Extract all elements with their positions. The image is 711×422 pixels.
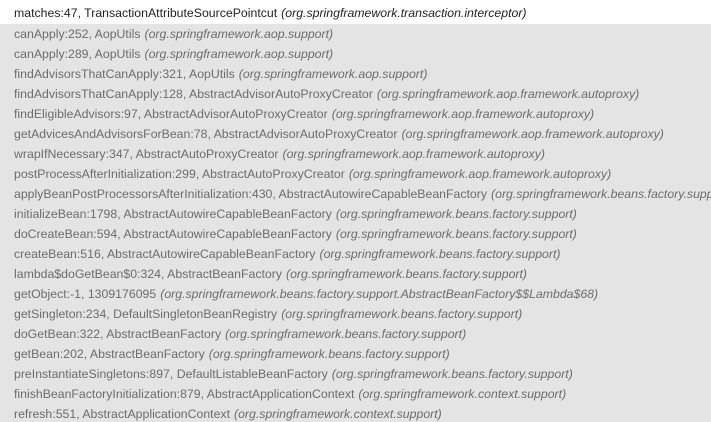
stack-frame-row[interactable]: findAdvisorsThatCanApply:128, AbstractAd… — [0, 84, 711, 104]
frame-method: findEligibleAdvisors:97, AbstractAdvisor… — [14, 107, 328, 121]
stack-frame-row[interactable]: canApply:252, AopUtils (org.springframewo… — [0, 24, 711, 44]
frame-method: doGetBean:322, AbstractBeanFactory — [14, 327, 222, 341]
frame-package: (org.springframework.beans.factory.suppo… — [208, 347, 450, 361]
stack-frame-list: matches:47, TransactionAttributeSourcePo… — [0, 0, 711, 422]
stack-frame-row[interactable]: lambda$doGetBean$0:324, AbstractBeanFact… — [0, 264, 711, 284]
stack-frame-row[interactable]: refresh:551, AbstractApplicationContext (… — [0, 404, 711, 422]
frame-package: (org.springframework.aop.support) — [144, 27, 334, 41]
frame-method: getAdvicesAndAdvisorsForBean:78, Abstrac… — [14, 127, 398, 141]
frame-package: (org.springframework.beans.factory.suppo… — [335, 207, 577, 221]
frame-method: canApply:252, AopUtils — [14, 27, 141, 41]
frame-method: doCreateBean:594, AbstractAutowireCapabl… — [14, 227, 332, 241]
frame-method: postProcessAfterInitialization:299, Abst… — [14, 167, 345, 181]
frame-package: (org.springframework.beans.factory.suppo… — [285, 267, 528, 281]
frame-method: wrapIfNecessary:347, AbstractAutoProxyCr… — [14, 147, 279, 161]
stack-frame-row[interactable]: createBean:516, AbstractAutowireCapableB… — [0, 244, 711, 264]
frame-method: initializeBean:1798, AbstractAutowireCap… — [14, 207, 332, 221]
stack-frame-row[interactable]: doCreateBean:594, AbstractAutowireCapabl… — [0, 224, 711, 244]
frame-package: (org.springframework.beans.factory.suppo… — [160, 287, 599, 301]
stack-frame-row[interactable]: doGetBean:322, AbstractBeanFactory (org.s… — [0, 324, 711, 344]
frame-package: (org.springframework.beans.factory.suppo… — [281, 307, 523, 321]
frame-package: (org.springframework.beans.factory.suppo… — [331, 367, 573, 381]
debugger-frames-panel: matches:47, TransactionAttributeSourcePo… — [0, 0, 711, 422]
frame-method: refresh:551, AbstractApplicationContext — [14, 407, 230, 421]
frame-package: (org.springframework.aop.support) — [238, 67, 428, 81]
frame-method: getSingleton:234, DefaultSingletonBeanRe… — [14, 307, 278, 321]
frame-package: (org.springframework.aop.framework.autop… — [376, 87, 640, 101]
frame-package: (org.springframework.beans.factory.suppo… — [225, 327, 467, 341]
frame-package: (org.springframework.aop.support) — [144, 47, 334, 61]
frame-package: (org.springframework.aop.framework.autop… — [331, 107, 595, 121]
stack-frame-row[interactable]: getSingleton:234, DefaultSingletonBeanRe… — [0, 304, 711, 324]
frame-method: applyBeanPostProcessorsAfterInitializati… — [14, 187, 488, 201]
stack-frame-row[interactable]: postProcessAfterInitialization:299, Abst… — [0, 164, 711, 184]
frame-method: canApply:289, AopUtils — [14, 47, 141, 61]
stack-frame-row[interactable]: findEligibleAdvisors:97, AbstractAdvisor… — [0, 104, 711, 124]
stack-frame-row[interactable]: preInstantiateSingletons:897, DefaultLis… — [0, 364, 711, 384]
frame-package: (org.springframework.aop.framework.autop… — [348, 167, 612, 181]
stack-frame-row[interactable]: finishBeanFactoryInitialization:879, Abs… — [0, 384, 711, 404]
frame-package: (org.springframework.context.support) — [358, 387, 567, 401]
stack-frame-row[interactable]: matches:47, TransactionAttributeSourcePo… — [0, 0, 711, 24]
frame-method: createBean:516, AbstractAutowireCapableB… — [14, 247, 316, 261]
frame-package: (org.springframework.transaction.interce… — [281, 6, 527, 20]
frame-package: (org.springframework.aop.framework.autop… — [282, 147, 545, 161]
stack-frame-row[interactable]: applyBeanPostProcessorsAfterInitializati… — [0, 184, 711, 204]
stack-frame-row[interactable]: getBean:202, AbstractBeanFactory (org.spr… — [0, 344, 711, 364]
frame-package: (org.springframework.context.support) — [234, 407, 442, 421]
frame-method: matches:47, TransactionAttributeSourcePo… — [14, 6, 278, 20]
frame-method: finishBeanFactoryInitialization:879, Abs… — [14, 387, 355, 401]
frame-package: (org.springframework.beans.factory.suppo… — [335, 227, 577, 241]
stack-frame-row[interactable]: initializeBean:1798, AbstractAutowireCap… — [0, 204, 711, 224]
stack-frame-row[interactable]: wrapIfNecessary:347, AbstractAutoProxyCr… — [0, 144, 711, 164]
frame-package: (org.springframework.aop.framework.autop… — [401, 127, 664, 141]
stack-frame-row[interactable]: findAdvisorsThatCanApply:321, AopUtils (o… — [0, 64, 711, 84]
stack-frame-row[interactable]: canApply:289, AopUtils (org.springframewo… — [0, 44, 711, 64]
stack-frame-row[interactable]: getAdvicesAndAdvisorsForBean:78, Abstrac… — [0, 124, 711, 144]
frame-package: (org.springframework.beans.factory.suppo… — [491, 187, 711, 201]
frame-method: getObject:-1, 1309176095 — [14, 287, 157, 301]
frame-method: preInstantiateSingletons:897, DefaultLis… — [14, 367, 328, 381]
stack-frame-row[interactable]: getObject:-1, 1309176095 (org.springframe… — [0, 284, 711, 304]
frame-method: findAdvisorsThatCanApply:128, AbstractAd… — [14, 87, 373, 101]
frame-method: lambda$doGetBean$0:324, AbstractBeanFact… — [14, 267, 282, 281]
frame-method: getBean:202, AbstractBeanFactory — [14, 347, 205, 361]
frame-package: (org.springframework.beans.factory.suppo… — [319, 247, 561, 261]
frame-method: findAdvisorsThatCanApply:321, AopUtils — [14, 67, 235, 81]
